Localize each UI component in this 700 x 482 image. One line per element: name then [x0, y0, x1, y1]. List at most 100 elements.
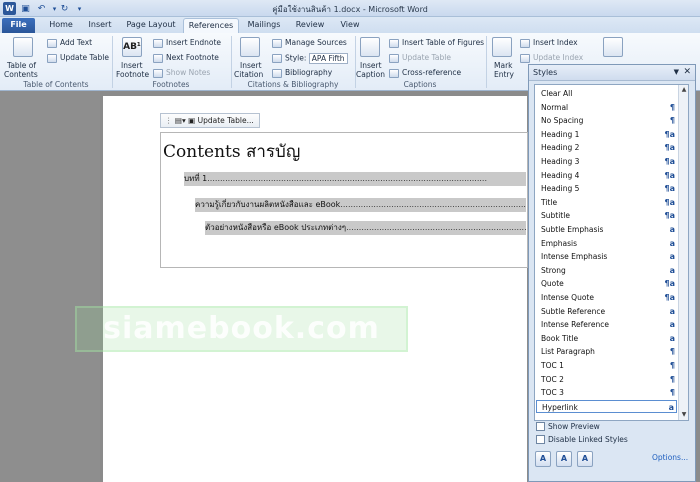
styles-list-scrollbar[interactable]: ▲ ▼: [678, 85, 688, 420]
group-label-footnotes: Footnotes: [152, 80, 190, 89]
drag-handle-icon[interactable]: ⋮: [165, 116, 173, 125]
insert-citation-icon[interactable]: [240, 37, 260, 57]
options-link[interactable]: Options...: [652, 453, 688, 462]
insert-footnote-icon[interactable]: AB¹: [122, 37, 142, 57]
insert-footnote-label-1[interactable]: Insert: [121, 61, 143, 70]
character-style-icon: a: [669, 265, 675, 275]
tab-mailings[interactable]: Mailings: [242, 18, 286, 33]
bibliography-button[interactable]: Bibliography: [272, 68, 332, 78]
style-item-quote[interactable]: Quote ¶a: [536, 277, 677, 291]
tab-view[interactable]: View: [334, 18, 366, 33]
table-of-contents-label-2[interactable]: Contents: [4, 70, 38, 79]
update-table-button[interactable]: Update Table: [47, 53, 109, 63]
style-item-heading-1[interactable]: Heading 1 ¶a: [536, 128, 677, 142]
style-item-subtitle[interactable]: Subtitle ¶a: [536, 209, 677, 223]
show-notes-icon: [153, 68, 163, 78]
disable-linked-styles-checkbox[interactable]: [536, 435, 545, 444]
insert-index-button[interactable]: Insert Index: [520, 38, 578, 48]
tab-insert[interactable]: Insert: [82, 18, 118, 33]
style-item-emphasis[interactable]: Emphasis a: [536, 237, 677, 251]
close-icon[interactable]: ✕: [683, 65, 691, 80]
tab-home[interactable]: Home: [42, 18, 80, 33]
paragraph-style-icon: ¶: [669, 116, 675, 126]
table-of-contents-icon[interactable]: [13, 37, 33, 57]
cross-reference-button[interactable]: Cross-reference: [389, 68, 461, 78]
new-style-icon[interactable]: A: [535, 451, 551, 467]
tab-page-layout[interactable]: Page Layout: [122, 18, 180, 33]
insert-caption-label-2[interactable]: Caption: [356, 70, 385, 79]
group-label-citations: Citations & Bibliography: [247, 80, 339, 89]
next-footnote-button[interactable]: Next Footnote: [153, 53, 219, 63]
style-item-toc-3[interactable]: TOC 3 ¶: [536, 386, 677, 400]
style-inspector-icon[interactable]: A: [556, 451, 572, 467]
update-figures-table-button[interactable]: Update Table: [389, 53, 451, 63]
update-index-icon: [520, 53, 530, 63]
toc-entry[interactable]: ตัวอย่างหนังสือหรือ eBook ประเภทต่างๆ...…: [205, 221, 526, 235]
tab-file[interactable]: File: [2, 18, 35, 33]
paragraph-style-icon: ¶: [669, 374, 675, 384]
linked-style-icon: ¶a: [664, 129, 676, 139]
style-item-strong[interactable]: Strong a: [536, 264, 677, 278]
style-item-subtle-reference[interactable]: Subtle Reference a: [536, 305, 677, 319]
document-margin-area: [0, 91, 100, 482]
mark-entry-label-1[interactable]: Mark: [494, 61, 513, 70]
toc-entry[interactable]: บทที่ 1.................................…: [184, 172, 526, 186]
tab-references[interactable]: References: [183, 18, 239, 33]
style-item-book-title[interactable]: Book Title a: [536, 332, 677, 346]
scroll-down-icon[interactable]: ▼: [679, 410, 688, 420]
linked-style-icon: ¶a: [664, 157, 676, 166]
style-item-toc-2[interactable]: TOC 2 ¶: [536, 373, 677, 387]
citation-style-combo[interactable]: APA Fifth: [308, 53, 348, 64]
mark-entry-icon[interactable]: [492, 37, 512, 57]
insert-citation-label-2[interactable]: Citation: [234, 70, 263, 79]
table-of-figures-icon: [389, 38, 399, 48]
bibliography-icon: [272, 68, 282, 78]
update-index-button[interactable]: Update Index: [520, 53, 583, 63]
table-of-contents-label-1[interactable]: Table of: [7, 61, 36, 70]
insert-endnote-button[interactable]: Insert Endnote: [153, 38, 221, 48]
style-item-heading-4[interactable]: Heading 4 ¶a: [536, 169, 677, 183]
linked-style-icon: ¶a: [664, 143, 676, 153]
update-table-icon: [47, 53, 57, 63]
style-item-hyperlink[interactable]: Hyperlink a: [536, 399, 677, 414]
style-item-toc-1[interactable]: TOC 1 ¶: [536, 359, 677, 373]
toc-entry[interactable]: ความรู้เกี่ยวกับงานผลิตหนังสือและ eBook.…: [195, 198, 526, 212]
toc-leader-dots: ........................................…: [340, 200, 526, 209]
insert-citation-label-1[interactable]: Insert: [240, 61, 262, 70]
insert-caption-icon[interactable]: [360, 37, 380, 57]
window-title: คู่มือใช้งานสินค้า 1.docx - Microsoft Wo…: [272, 5, 428, 14]
insert-table-of-figures-button[interactable]: Insert Table of Figures: [389, 38, 484, 48]
tab-review[interactable]: Review: [291, 18, 329, 33]
style-item-normal[interactable]: Normal ¶: [536, 101, 677, 115]
table-of-authorities-icon[interactable]: [603, 37, 623, 57]
style-item-intense-quote[interactable]: Intense Quote ¶a: [536, 291, 677, 305]
add-text-button[interactable]: Add Text: [47, 38, 92, 48]
style-item-intense-emphasis[interactable]: Intense Emphasis a: [536, 250, 677, 264]
style-item-heading-2[interactable]: Heading 2 ¶a: [536, 141, 677, 155]
disable-linked-styles-label: Disable Linked Styles: [548, 435, 628, 444]
update-table-link[interactable]: Update Table...: [198, 116, 254, 125]
style-item-heading-5[interactable]: Heading 5 ¶a: [536, 182, 677, 196]
insert-footnote-label-2[interactable]: Footnote: [116, 70, 149, 79]
pane-options-dropdown-icon[interactable]: ▼: [674, 65, 679, 80]
style-item-clear-all[interactable]: Clear All: [536, 87, 677, 101]
show-preview-checkbox[interactable]: [536, 422, 545, 431]
style-item-subtle-emphasis[interactable]: Subtle Emphasis a: [536, 223, 677, 237]
style-item-intense-reference[interactable]: Intense Reference a: [536, 318, 677, 332]
insert-caption-label-1[interactable]: Insert: [360, 61, 382, 70]
show-notes-button[interactable]: Show Notes: [153, 68, 210, 78]
styles-list[interactable]: Clear All Normal ¶ No Spacing ¶ Heading 1 ¶…: [534, 84, 689, 421]
manage-styles-icon[interactable]: A: [577, 451, 593, 467]
mark-entry-label-2[interactable]: Entry: [494, 70, 514, 79]
style-item-list-paragraph[interactable]: List Paragraph ¶: [536, 345, 677, 359]
toc-menu-icon[interactable]: ▤▾: [175, 116, 186, 125]
toc-content-control-toolbar[interactable]: ⋮ ▤▾ ▣ Update Table...: [160, 113, 260, 128]
insert-index-icon: [520, 38, 530, 48]
style-item-no-spacing[interactable]: No Spacing ¶: [536, 114, 677, 128]
manage-sources-button[interactable]: Manage Sources: [272, 38, 347, 48]
scroll-up-icon[interactable]: ▲: [679, 85, 688, 95]
style-item-heading-3[interactable]: Heading 3 ¶a: [536, 155, 677, 169]
add-text-icon: [47, 38, 57, 48]
style-item-title[interactable]: Title ¶a: [536, 196, 677, 210]
style-selector[interactable]: Style: APA Fifth: [272, 53, 348, 64]
